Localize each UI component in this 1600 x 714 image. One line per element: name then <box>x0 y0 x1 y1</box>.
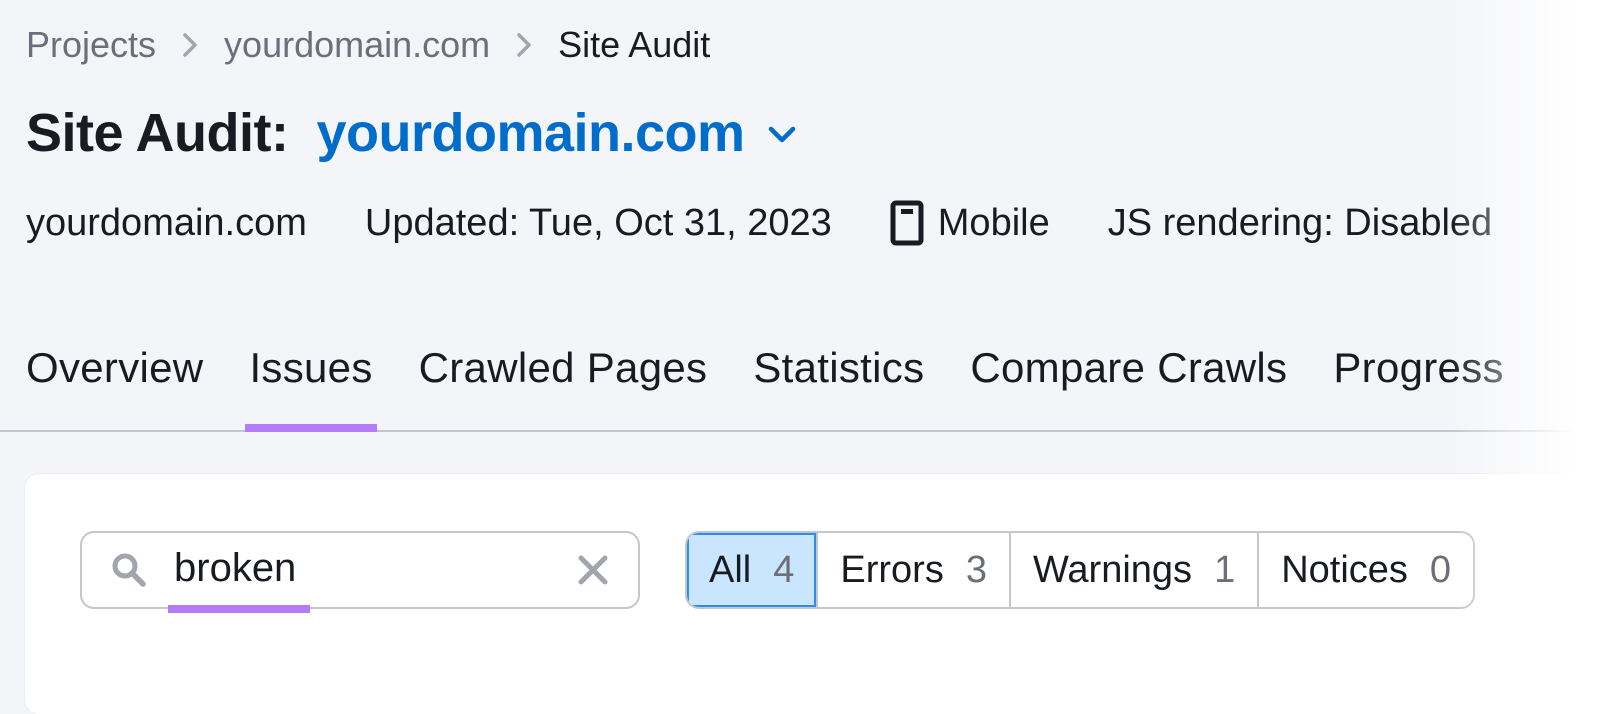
page-title-label: Site Audit: <box>26 103 289 163</box>
search-input[interactable] <box>174 545 554 591</box>
mobile-device-icon <box>890 200 924 246</box>
filter-count: 1 <box>1214 548 1236 591</box>
breadcrumb-site-audit: Site Audit <box>558 24 711 65</box>
filter-warnings[interactable]: Warnings 1 <box>1008 533 1257 607</box>
tab-bar: Overview Issues Crawled Pages Statistics… <box>0 344 1600 432</box>
filter-all[interactable]: All 4 <box>687 533 817 607</box>
severity-filter: All 4 Errors 3 Warnings 1 Notices 0 <box>685 531 1476 609</box>
tab-statistics[interactable]: Statistics <box>753 344 924 430</box>
tab-progress[interactable]: Progress <box>1333 344 1503 430</box>
filter-label: All <box>709 548 752 591</box>
chevron-right-icon <box>506 32 542 58</box>
tab-compare-crawls[interactable]: Compare Crawls <box>970 344 1287 430</box>
filter-count: 3 <box>965 548 987 591</box>
issues-search <box>80 531 640 613</box>
search-icon <box>110 551 150 596</box>
breadcrumb-domain[interactable]: yourdomain.com <box>224 24 490 66</box>
meta-device: Mobile <box>890 200 1050 246</box>
tab-overview[interactable]: Overview <box>26 344 203 430</box>
filter-count: 4 <box>773 548 795 591</box>
audit-meta: yourdomain.com Updated: Tue, Oct 31, 202… <box>26 200 1550 246</box>
filter-count: 0 <box>1429 548 1452 591</box>
chevron-right-icon <box>172 32 208 58</box>
meta-device-label: Mobile <box>937 201 1050 244</box>
breadcrumb-projects[interactable]: Projects <box>26 24 156 66</box>
filter-label: Errors <box>840 548 944 591</box>
meta-domain: yourdomain.com <box>26 201 307 244</box>
close-icon[interactable] <box>576 553 610 592</box>
page-title: Site Audit: yourdomain.com <box>26 102 797 164</box>
meta-updated: Updated: Tue, Oct 31, 2023 <box>364 201 832 244</box>
filter-errors[interactable]: Errors 3 <box>816 533 1009 607</box>
filter-label: Warnings <box>1032 548 1193 591</box>
project-selector[interactable]: yourdomain.com <box>316 102 745 164</box>
tab-crawled-pages[interactable]: Crawled Pages <box>419 344 708 430</box>
search-highlight-underline <box>168 605 310 613</box>
meta-js-rendering: JS rendering: Disabled <box>1107 201 1493 244</box>
chevron-down-icon[interactable] <box>767 125 797 145</box>
tab-issues[interactable]: Issues <box>245 344 377 432</box>
filter-label: Notices <box>1281 548 1408 591</box>
filter-notices[interactable]: Notices 0 <box>1257 533 1473 607</box>
breadcrumb: Projects yourdomain.com Site Audit <box>26 24 710 66</box>
